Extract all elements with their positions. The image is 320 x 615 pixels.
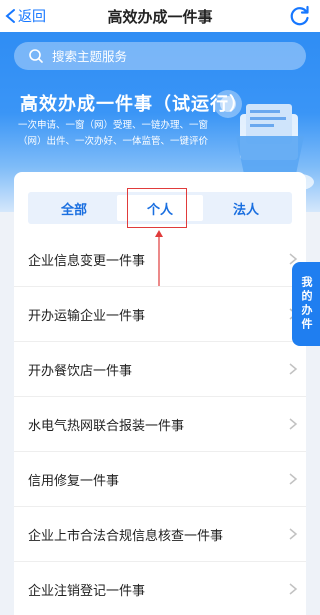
list-item-label: 企业信息变更一件事: [28, 253, 146, 269]
list-item[interactable]: 企业注销登记一件事: [14, 562, 306, 615]
annotation-highlight-box: [127, 188, 187, 228]
list-item[interactable]: 开办运输企业一件事: [14, 287, 306, 342]
chevron-left-icon: [5, 9, 15, 23]
list-item-label: 开办餐饮店一件事: [28, 363, 133, 379]
list-item[interactable]: 水电气热网联合报装一件事: [14, 397, 306, 452]
search-input[interactable]: [52, 48, 282, 64]
tab-legal-person[interactable]: 法人: [203, 195, 289, 221]
chevron-right-icon: [289, 583, 298, 595]
list-item[interactable]: 信用修复一件事: [14, 452, 306, 507]
list-item[interactable]: 企业信息变更一件事: [14, 232, 306, 287]
top-nav-bar: 返回 高效办成一件事: [0, 0, 320, 32]
search-icon: [29, 49, 43, 63]
back-button[interactable]: 返回: [4, 6, 46, 26]
back-label: 返回: [18, 9, 46, 25]
tab-all[interactable]: 全部: [31, 195, 117, 221]
banner-desc-line1: 一次申请、一窗（网）受理、一链办理、一窗: [18, 120, 209, 131]
list-item-label: 企业注销登记一件事: [28, 583, 146, 599]
list-item-label: 水电气热网联合报装一件事: [28, 418, 185, 434]
chevron-right-icon: [289, 528, 298, 540]
list-item[interactable]: 开办餐饮店一件事: [14, 342, 306, 397]
my-applications-tab[interactable]: 我的办件: [292, 262, 320, 346]
banner-description: 一次申请、一窗（网）受理、一链办理、一窗 （网）出件、一次办好、一体监管、一键评…: [18, 118, 218, 150]
chevron-right-icon: [289, 473, 298, 485]
refresh-icon: [290, 5, 309, 26]
service-list: 企业信息变更一件事 开办运输企业一件事 开办餐饮店一件事 水电气热网联合报装一件…: [14, 232, 306, 615]
chevron-right-icon: [289, 418, 298, 430]
list-item[interactable]: 企业上市合法合规信息核查一件事: [14, 507, 306, 562]
chevron-right-icon: [289, 363, 298, 375]
refresh-button[interactable]: [288, 4, 312, 28]
banner-desc-line2: （网）出件、一次办好、一体监管、一键评价: [18, 136, 209, 147]
list-item-label: 开办运输企业一件事: [28, 308, 146, 324]
search-bar[interactable]: [14, 42, 306, 70]
list-item-label: 企业上市合法合规信息核查一件事: [28, 528, 224, 544]
list-item-label: 信用修复一件事: [28, 473, 120, 489]
page-title: 高效办成一件事: [107, 8, 213, 26]
service-card: 全部 个人 法人 企业信息变更一件事 开办运输企业一件事 开办餐饮店一件事 水电…: [14, 172, 306, 615]
